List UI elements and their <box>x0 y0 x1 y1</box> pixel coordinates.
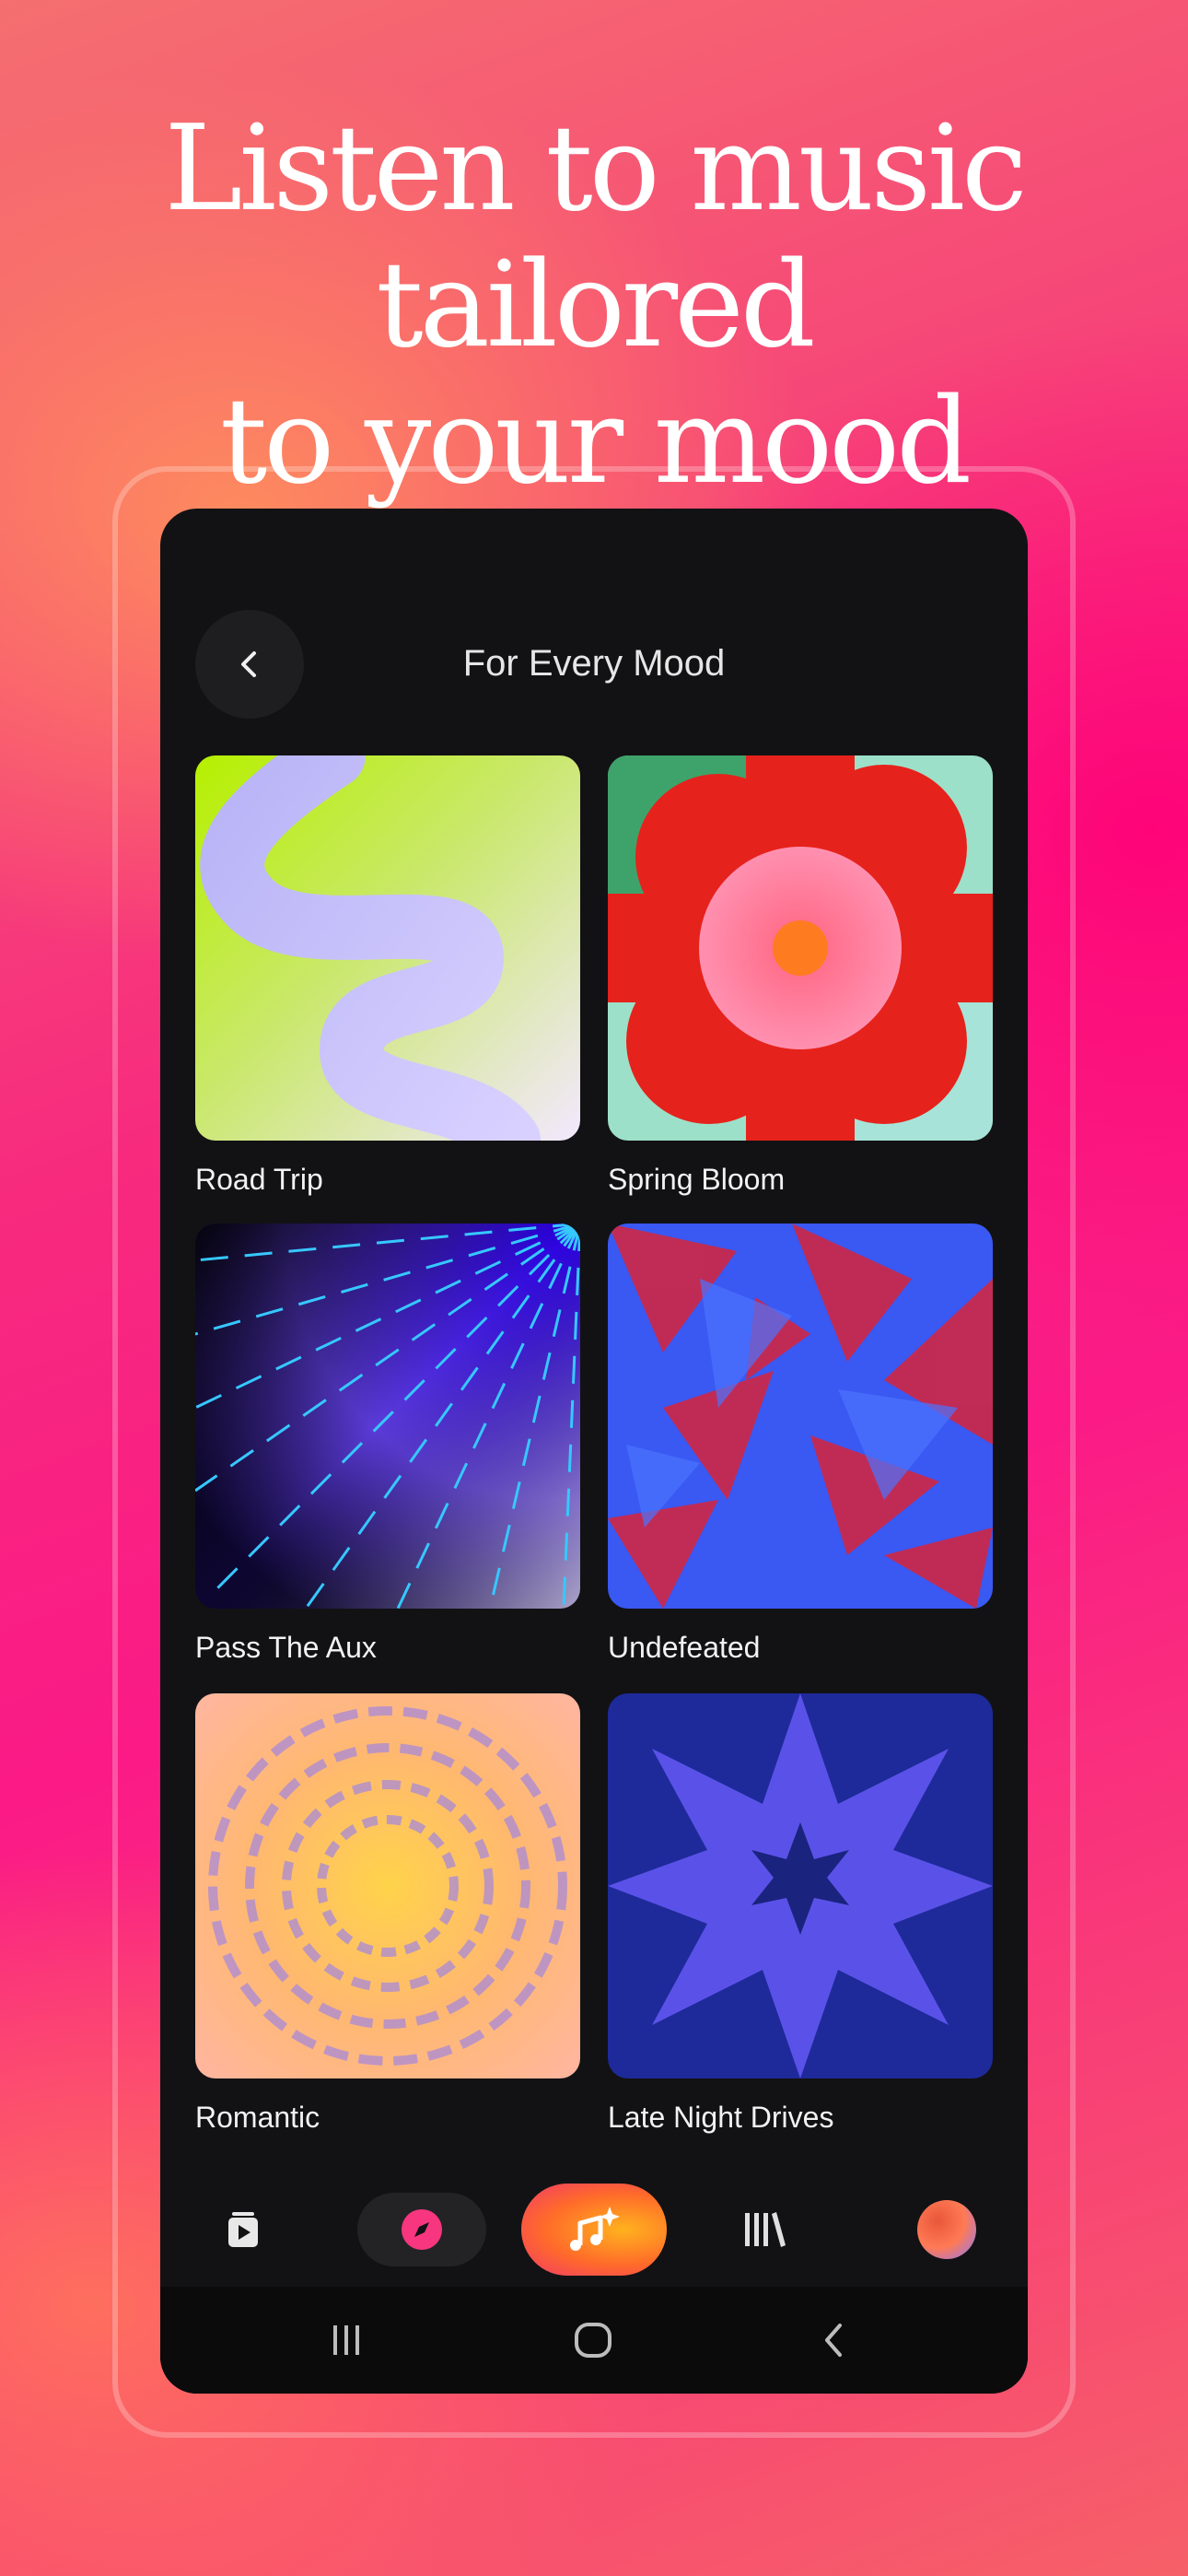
system-nav-bar <box>160 2287 1028 2394</box>
mood-card-pass-the-aux[interactable]: Pass The Aux <box>195 1224 580 1666</box>
road-trip-artwork <box>195 755 580 1141</box>
headline-line-1: Listen to music tailored <box>164 100 1027 374</box>
headline: Listen to music tailored to your mood <box>0 101 1188 510</box>
recent-apps-button[interactable] <box>319 2314 374 2366</box>
nav-now-playing[interactable] <box>212 2198 274 2261</box>
mood-label: Spring Bloom <box>608 1163 786 1196</box>
phone-screen: For Every Mood Road Trip Spring Bloom Pa… <box>160 509 1028 2394</box>
mood-card-undefeated[interactable]: Undefeated <box>608 1224 993 1666</box>
nav-library[interactable] <box>733 2198 796 2261</box>
home-icon <box>575 2323 611 2358</box>
system-back-button[interactable] <box>807 2314 862 2366</box>
library-icon <box>745 2212 786 2247</box>
nav-create[interactable] <box>521 2184 667 2276</box>
mood-card-road-trip[interactable]: Road Trip <box>195 755 580 1198</box>
romantic-artwork <box>195 1693 580 2078</box>
back-icon <box>825 2324 842 2357</box>
page-title: For Every Mood <box>462 643 726 684</box>
compass-icon <box>402 2209 442 2250</box>
bottom-nav <box>160 2171 1028 2281</box>
late-night-drives-artwork <box>608 1693 993 2078</box>
music-sparkle-icon <box>570 2207 620 2251</box>
pass-the-aux-artwork <box>195 1224 580 1609</box>
nav-explore[interactable] <box>357 2193 486 2266</box>
play-queue-icon <box>228 2212 258 2247</box>
mood-label: Late Night Drives <box>608 2101 834 2134</box>
undefeated-artwork <box>608 1224 993 1609</box>
mood-label: Romantic <box>195 2101 320 2134</box>
mood-card-romantic[interactable]: Romantic <box>195 1693 580 2136</box>
recent-apps-icon <box>333 2325 359 2355</box>
mood-label: Undefeated <box>608 1631 761 1664</box>
home-button[interactable] <box>565 2314 621 2366</box>
mood-card-late-night-drives[interactable]: Late Night Drives <box>608 1693 993 2136</box>
mood-label: Pass The Aux <box>195 1631 377 1664</box>
nav-profile[interactable] <box>917 2200 976 2259</box>
spring-bloom-artwork <box>608 755 993 1141</box>
mood-card-spring-bloom[interactable]: Spring Bloom <box>608 755 993 1198</box>
mood-label: Road Trip <box>195 1163 323 1196</box>
